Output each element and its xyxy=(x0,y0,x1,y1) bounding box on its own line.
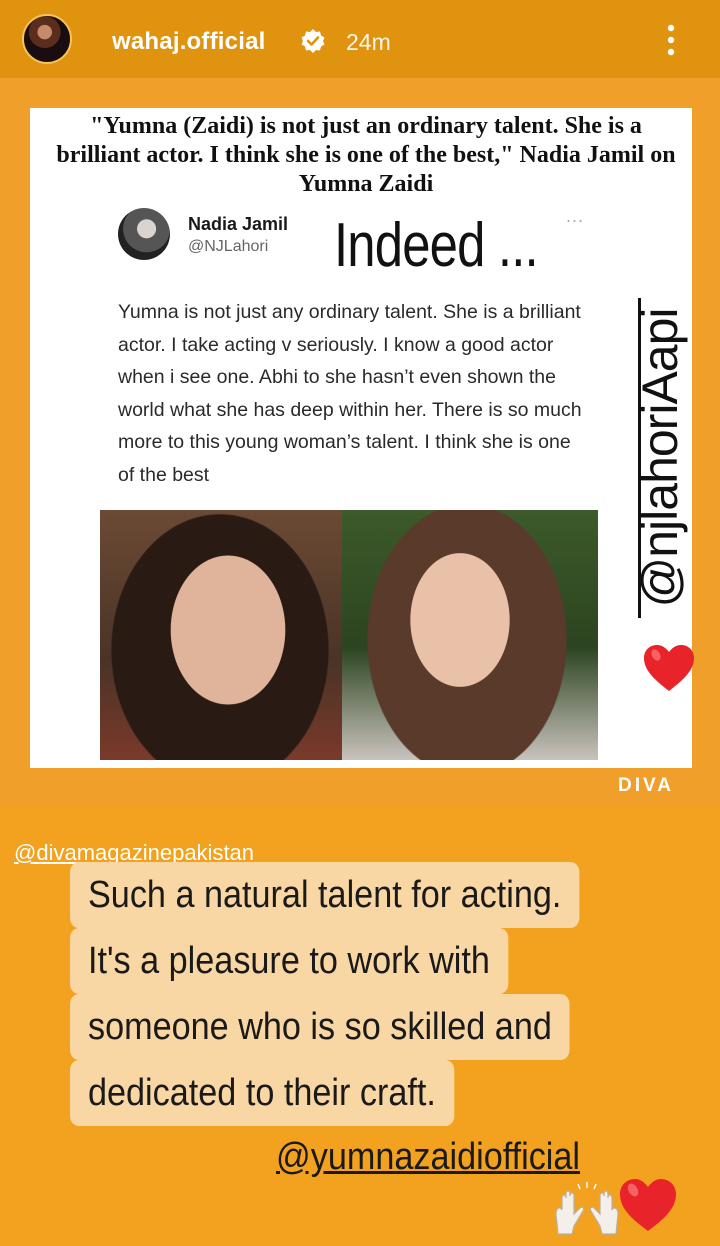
post-time: 24m xyxy=(346,29,391,55)
tweet-author-name: Nadia Jamil xyxy=(188,214,289,234)
vertical-mention[interactable]: @njlahoriAapi xyxy=(630,288,690,628)
vertical-mention-underline xyxy=(638,298,641,618)
raised-hands-icon xyxy=(555,1182,619,1235)
tweet-body: Yumna is not just any ordinary talent. S… xyxy=(118,301,582,486)
story-header: wahaj.official 24m xyxy=(0,0,720,86)
photo-yumna-zaidi xyxy=(342,510,598,760)
shared-post-card[interactable]: "Yumna (Zaidi) is not just an ordinary t… xyxy=(30,108,694,768)
caption-line: someone who is so skilled and xyxy=(70,994,570,1060)
username[interactable]: wahaj.official xyxy=(112,28,266,56)
heart-icon xyxy=(620,1179,676,1231)
heart-icon xyxy=(644,645,694,691)
caption-line: It's a pleasure to work with xyxy=(70,928,508,994)
caption-line: dedicated to their craft. xyxy=(70,1060,454,1126)
user-mention[interactable]: @yumnazaidiofficial xyxy=(276,1136,580,1179)
diva-watermark: DIVA xyxy=(618,775,674,796)
more-vertical-icon[interactable] xyxy=(660,20,682,60)
tweet-more-icon: ... xyxy=(566,206,585,226)
overlay-text: Indeed ... xyxy=(334,211,539,280)
tweet-avatar xyxy=(118,208,170,260)
profile-avatar[interactable] xyxy=(22,14,72,64)
verified-badge-icon xyxy=(301,29,325,53)
caption-block: Such a natural talent for acting. It's a… xyxy=(70,862,662,1126)
photo-nadia-jamil xyxy=(100,510,342,760)
post-headline: "Yumna (Zaidi) is not just an ordinary t… xyxy=(56,113,676,197)
caption-line: Such a natural talent for acting. xyxy=(70,862,580,928)
tweet-author-handle: @NJLahori xyxy=(188,238,269,255)
